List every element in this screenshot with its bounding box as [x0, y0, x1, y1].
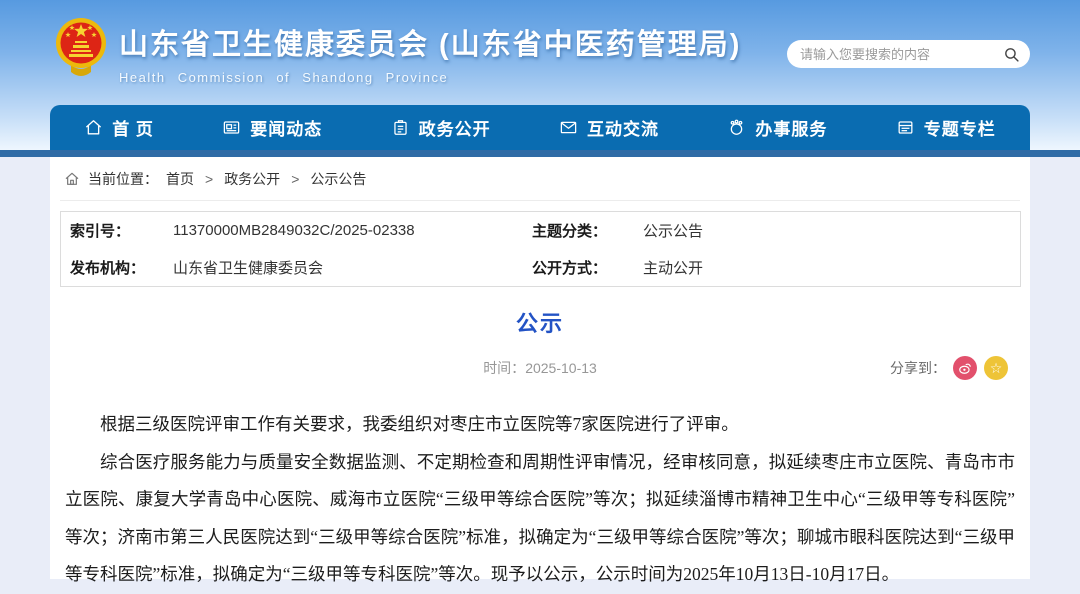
meta-label-index-number: 索引号： — [61, 220, 173, 241]
meta-value-issuing-agency: 山东省卫生健康委员会 — [173, 257, 523, 278]
news-icon — [222, 118, 241, 137]
publish-time: 时间：2025-10-13 — [50, 354, 1030, 382]
search-button[interactable] — [1002, 45, 1020, 63]
breadcrumb-item-home[interactable]: 首页 — [166, 169, 194, 189]
publish-time-label: 时间： — [483, 360, 525, 376]
weibo-icon — [958, 361, 972, 375]
nav-item-home[interactable]: 首 页 — [74, 105, 164, 150]
nav-item-label: 专题专栏 — [924, 115, 996, 140]
mail-icon — [559, 118, 578, 137]
service-icon — [727, 118, 746, 137]
site-brand: 山东省卫生健康委员会 (山东省中医药管理局) Health Commission… — [55, 15, 741, 85]
nav-item-interaction[interactable]: 互动交流 — [549, 105, 669, 150]
nav-item-special-columns[interactable]: 专题专栏 — [886, 105, 1006, 150]
national-emblem-logo — [55, 15, 107, 79]
search-box — [787, 40, 1030, 68]
home-icon — [84, 118, 103, 137]
nav-item-news[interactable]: 要闻动态 — [212, 105, 332, 150]
breadcrumb-label: 当前位置： — [88, 169, 158, 189]
clipboard-icon — [391, 118, 410, 137]
search-input[interactable] — [800, 47, 1002, 62]
nav-item-label: 互动交流 — [587, 115, 659, 140]
nav-item-label: 政务公开 — [419, 115, 491, 140]
document-meta-table: 索引号： 11370000MB2849032C/2025-02338 主题分类：… — [60, 211, 1021, 287]
article-meta-row: 时间：2025-10-13 分享到： ☆ — [50, 354, 1030, 382]
qzone-star-icon: ☆ — [990, 361, 1003, 375]
brand-text: 山东省卫生健康委员会 (山东省中医药管理局) Health Commission… — [119, 15, 741, 85]
meta-label-topic-category: 主题分类： — [523, 220, 643, 241]
meta-value-topic-category: 公示公告 — [643, 220, 1020, 241]
meta-value-disclosure-method: 主动公开 — [643, 257, 1020, 278]
share-bar: 分享到： ☆ — [890, 354, 1008, 382]
article-title: 公示 — [50, 306, 1030, 338]
breadcrumb: 当前位置： 首页 > 政务公开 > 公示公告 — [60, 157, 1020, 201]
site-header: 山东省卫生健康委员会 (山东省中医药管理局) Health Commission… — [0, 0, 1080, 150]
content-card: 当前位置： 首页 > 政务公开 > 公示公告 索引号： 11370000MB28… — [50, 157, 1030, 579]
site-subtitle: Health Commission of Shandong Province — [119, 70, 741, 85]
breadcrumb-separator: > — [291, 171, 299, 187]
article-paragraph: 根据三级医院评审工作有关要求，我委组织对枣庄市立医院等7家医院进行了评审。 — [65, 406, 1015, 444]
nav-item-gov-affairs[interactable]: 政务公开 — [381, 105, 501, 150]
nav-item-label: 首 页 — [112, 115, 154, 140]
nav-item-label: 办事服务 — [755, 115, 827, 140]
qzone-share-button[interactable]: ☆ — [984, 356, 1008, 380]
main-nav: 首 页 要闻动态 政务公开 — [50, 105, 1030, 150]
nav-item-services[interactable]: 办事服务 — [717, 105, 837, 150]
search-icon — [1003, 46, 1020, 63]
breadcrumb-item-gov-affairs[interactable]: 政务公开 — [224, 169, 280, 189]
breadcrumb-item-announcements[interactable]: 公示公告 — [310, 169, 366, 189]
article-body: 根据三级医院评审工作有关要求，我委组织对枣庄市立医院等7家医院进行了评审。 综合… — [65, 406, 1015, 594]
article-paragraph: 综合医疗服务能力与质量安全数据监测、不定期检查和周期性评审情况，经审核同意，拟延… — [65, 444, 1015, 594]
meta-label-disclosure-method: 公开方式： — [523, 257, 643, 278]
meta-label-issuing-agency: 发布机构： — [61, 257, 173, 278]
breadcrumb-home-icon — [64, 171, 80, 187]
publish-time-value: 2025-10-13 — [525, 360, 597, 376]
weibo-share-button[interactable] — [953, 356, 977, 380]
nav-item-label: 要闻动态 — [250, 115, 322, 140]
column-icon — [896, 118, 915, 137]
site-title: 山东省卫生健康委员会 (山东省中医药管理局) — [119, 21, 741, 63]
nav-underline-bar — [0, 150, 1080, 157]
breadcrumb-separator: > — [205, 171, 213, 187]
share-label: 分享到： — [890, 358, 946, 378]
meta-value-index-number: 11370000MB2849032C/2025-02338 — [173, 222, 523, 239]
